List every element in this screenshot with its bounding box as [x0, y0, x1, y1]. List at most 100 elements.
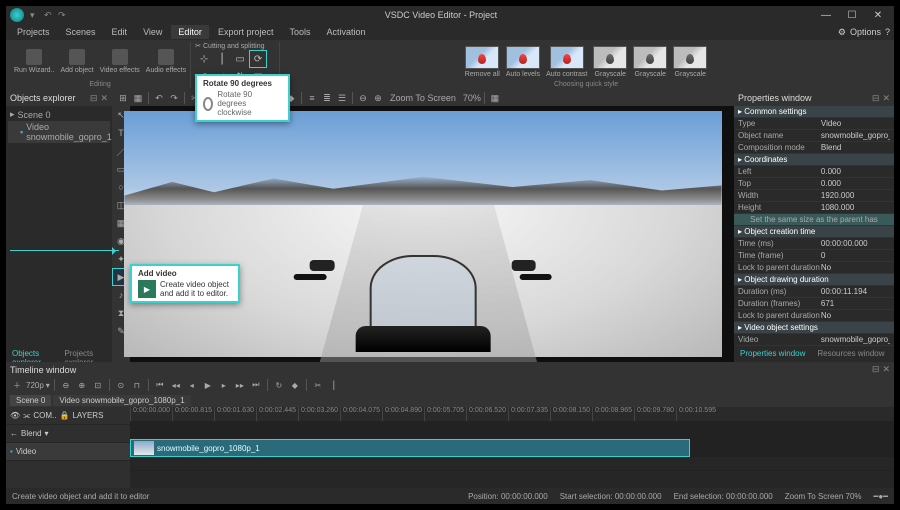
gear-icon[interactable]: ⚙: [838, 27, 846, 38]
grayscale-3-button[interactable]: Grayscale: [671, 44, 709, 80]
pin-icon[interactable]: ⊟: [90, 93, 98, 104]
eye-icon[interactable]: 👁: [10, 411, 20, 420]
audio-effects-button[interactable]: Audio effects: [144, 44, 188, 80]
tl-cut[interactable]: ✂: [311, 381, 325, 390]
tl-res[interactable]: 720p: [26, 381, 44, 390]
video-effects-button[interactable]: Video effects: [98, 44, 142, 80]
pt-ar[interactable]: ☰: [335, 91, 349, 105]
ruler-tick[interactable]: 0:00:03.260: [298, 407, 340, 421]
close-panel-icon[interactable]: ✕: [100, 93, 108, 104]
add-object-button[interactable]: Add object: [58, 44, 95, 80]
menu-projects[interactable]: Projects: [10, 25, 57, 39]
lock-icon[interactable]: 🔒: [59, 411, 69, 420]
prop-section-header[interactable]: ▸ Coordinates: [734, 154, 894, 166]
prop-row[interactable]: Left0.000: [734, 166, 894, 178]
help-icon[interactable]: ?: [885, 27, 890, 37]
tl-mag[interactable]: ⊙: [114, 381, 128, 390]
prop-section-header[interactable]: ▸ Video object settings: [734, 322, 894, 334]
timeline-clip[interactable]: snowmobile_gopro_1080p_1: [130, 439, 690, 457]
ruler-tick[interactable]: 0:00:02.445: [256, 407, 298, 421]
remove-all-button[interactable]: Remove all: [463, 44, 502, 80]
prop-action-button[interactable]: Set the same size as the parent has: [734, 214, 894, 226]
prop-row[interactable]: Lock to parent durationNo: [734, 262, 894, 274]
menu-activation[interactable]: Activation: [319, 25, 372, 39]
tab-properties[interactable]: Properties window: [734, 348, 811, 362]
timeline-tracks[interactable]: 0:00:00.0000:00:00.8150:00:01.6300:00:02…: [130, 407, 894, 488]
pt-al[interactable]: ≡: [305, 91, 319, 105]
pt-redo[interactable]: ↷: [167, 91, 181, 105]
grayscale-2-button[interactable]: Grayscale: [631, 44, 669, 80]
tl-snap[interactable]: ⊓: [130, 381, 144, 390]
menu-editor[interactable]: Editor: [171, 25, 209, 39]
menu-view[interactable]: View: [136, 25, 169, 39]
auto-levels-button[interactable]: Auto levels: [504, 44, 542, 80]
tl-split[interactable]: ⎮: [327, 381, 341, 390]
menu-scenes[interactable]: Scenes: [59, 25, 103, 39]
tl-loop[interactable]: ↻: [272, 381, 286, 390]
tool-anchor[interactable]: ⊹: [195, 50, 213, 68]
tool-cut[interactable]: ▭: [231, 50, 249, 68]
tl-prev[interactable]: ◂◂: [169, 381, 183, 390]
qa-save-icon[interactable]: ▾: [30, 10, 40, 20]
tl-scene-tab[interactable]: Scene 0: [10, 395, 51, 406]
pt-ac[interactable]: ≣: [320, 91, 334, 105]
track-blend[interactable]: ←Blend▾: [6, 425, 130, 443]
prop-section-header[interactable]: ▸ Object creation time: [734, 226, 894, 238]
grayscale-1-button[interactable]: Grayscale: [591, 44, 629, 80]
pt-2[interactable]: ▦: [131, 91, 145, 105]
tool-split[interactable]: ⎮: [213, 50, 231, 68]
tab-resources[interactable]: Resources window: [811, 348, 890, 362]
prop-row[interactable]: Time (frame)0: [734, 250, 894, 262]
prop-row[interactable]: Duration (frames)671: [734, 298, 894, 310]
prop-row[interactable]: Composition modeBlend: [734, 142, 894, 154]
ruler-tick[interactable]: 0:00:10.595: [676, 407, 718, 421]
tl-clip-tab[interactable]: Video snowmobile_gopro_1080p_1: [53, 395, 190, 406]
zoom-label[interactable]: Zoom To Screen: [390, 93, 456, 103]
close-button[interactable]: ✕: [866, 7, 890, 23]
qa-redo-icon[interactable]: ↷: [58, 10, 68, 20]
tl-play[interactable]: ▶: [201, 381, 215, 390]
prop-row[interactable]: TypeVideo: [734, 118, 894, 130]
close-panel-icon[interactable]: ✕: [882, 364, 890, 375]
prop-row[interactable]: Time (ms)00:00:00.000: [734, 238, 894, 250]
auto-contrast-button[interactable]: Auto contrast: [544, 44, 589, 80]
ruler-tick[interactable]: 0:00:07.335: [508, 407, 550, 421]
ruler-tick[interactable]: 0:00:00.815: [172, 407, 214, 421]
track-video[interactable]: ▪Video: [6, 443, 130, 461]
tl-end[interactable]: ⏭: [249, 380, 263, 390]
tl-zo[interactable]: ⊖: [59, 381, 73, 390]
menu-export[interactable]: Export project: [211, 25, 281, 39]
ruler-tick[interactable]: 0:00:08.150: [550, 407, 592, 421]
tl-start[interactable]: ⏮: [153, 380, 167, 390]
maximize-button[interactable]: ☐: [840, 7, 864, 23]
prop-row[interactable]: Videosnowmobile_gopro_1080p: [734, 334, 894, 346]
menu-options[interactable]: Options: [850, 27, 881, 37]
ruler-tick[interactable]: 0:00:05.705: [424, 407, 466, 421]
pt-grid[interactable]: ▦: [488, 91, 502, 105]
prop-section-header[interactable]: ▸ Common settings: [734, 106, 894, 118]
prop-row[interactable]: Duration (ms)00:00:11.194: [734, 286, 894, 298]
pin-icon[interactable]: ⊟: [872, 364, 880, 375]
tl-next[interactable]: ▸▸: [233, 381, 247, 390]
pin-icon[interactable]: ⊟: [872, 93, 880, 104]
close-panel-icon[interactable]: ✕: [882, 93, 890, 104]
pt-zi[interactable]: ⊕: [371, 91, 385, 105]
ruler-tick[interactable]: 0:00:09.780: [634, 407, 676, 421]
preview-canvas[interactable]: [124, 111, 721, 357]
prop-row[interactable]: Height1080.000: [734, 202, 894, 214]
tl-back[interactable]: ◂: [185, 381, 199, 390]
ruler-tick[interactable]: 0:00:04.075: [340, 407, 382, 421]
properties-list[interactable]: ▸ Common settingsTypeVideoObject namesno…: [734, 106, 894, 348]
prop-row[interactable]: Object namesnowmobile_gopro_1080p_1: [734, 130, 894, 142]
pt-zo[interactable]: ⊖: [356, 91, 370, 105]
prop-section-header[interactable]: ▸ Object drawing duration: [734, 274, 894, 286]
tl-fit[interactable]: ⊡: [91, 381, 105, 390]
tool-rotate-cw[interactable]: ⟳: [249, 50, 267, 68]
timeline-ruler[interactable]: 0:00:00.0000:00:00.8150:00:01.6300:00:02…: [130, 407, 894, 421]
zoom-value[interactable]: 70%: [463, 93, 481, 103]
object-tree[interactable]: ▸Scene 0 ▪Video snowmobile_gopro_108: [6, 106, 112, 348]
prop-row[interactable]: Lock to parent durationNo: [734, 310, 894, 322]
tl-add[interactable]: ＋: [10, 380, 24, 391]
run-wizard-button[interactable]: Run Wizard..: [12, 44, 56, 80]
menu-tools[interactable]: Tools: [282, 25, 317, 39]
